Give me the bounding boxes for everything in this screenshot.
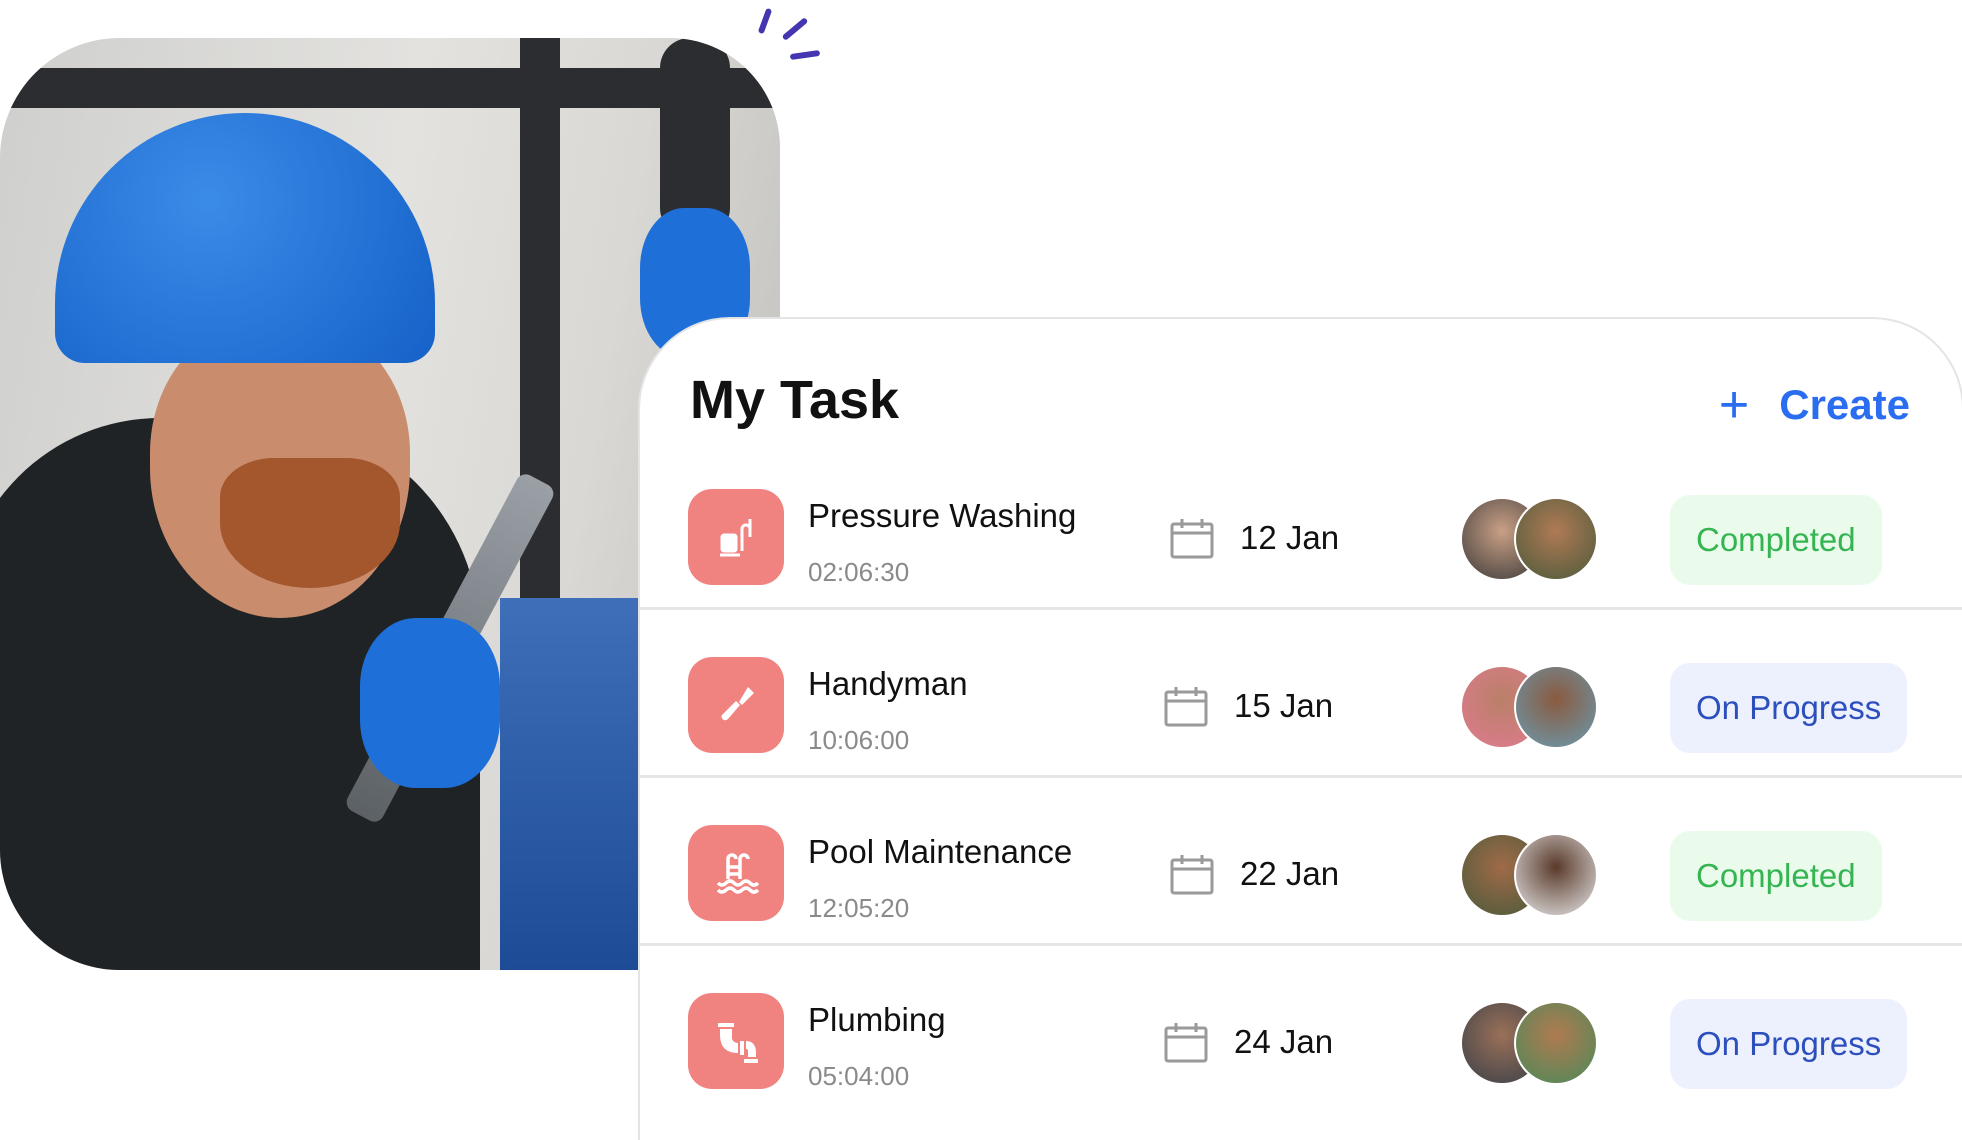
status-badge: On Progress xyxy=(1670,999,1908,1089)
calendar-icon xyxy=(1164,687,1208,727)
assignee-avatars xyxy=(1460,1001,1600,1085)
avatar xyxy=(1514,833,1598,917)
task-date: 15 Jan xyxy=(1234,687,1334,724)
avatar xyxy=(1514,497,1598,581)
pressure-washer-icon xyxy=(688,489,784,585)
task-name: Plumbing xyxy=(808,1001,946,1038)
card-title: My Task xyxy=(690,370,900,430)
calendar-icon xyxy=(1170,855,1214,895)
plus-icon: + xyxy=(1718,376,1750,434)
avatar xyxy=(1514,1001,1598,1085)
calendar-icon xyxy=(1170,519,1214,559)
task-name: Pool Maintenance xyxy=(808,833,1073,870)
task-time: 02:06:30 xyxy=(808,557,910,587)
assignee-avatars xyxy=(1460,497,1600,581)
create-button[interactable]: + Create xyxy=(1719,379,1910,431)
status-badge: Completed xyxy=(1670,831,1882,921)
pool-ladder-icon xyxy=(688,825,784,921)
task-time: 12:05:20 xyxy=(808,893,910,923)
my-task-card: My Task + Create Pressure Washing 02:06:… xyxy=(638,317,1962,1140)
status-badge: On Progress xyxy=(1670,663,1908,753)
task-date: 12 Jan xyxy=(1240,519,1340,556)
assignee-avatars xyxy=(1460,833,1600,917)
calendar-icon xyxy=(1164,1023,1208,1063)
avatar xyxy=(1514,665,1598,749)
task-row[interactable]: Pool Maintenance 12:05:20 22 Jan Complet… xyxy=(640,775,1962,946)
status-badge: Completed xyxy=(1670,495,1882,585)
assignee-avatars xyxy=(1460,665,1600,749)
task-row[interactable]: Pressure Washing 02:06:30 12 Jan Complet… xyxy=(640,439,1962,610)
pipe-icon xyxy=(688,993,784,1089)
task-date: 22 Jan xyxy=(1240,855,1340,892)
screwdriver-icon xyxy=(688,657,784,753)
create-label: Create xyxy=(1779,381,1910,428)
task-name: Pressure Washing xyxy=(808,497,1077,534)
task-row[interactable]: Handyman 10:06:00 15 Jan On Progress xyxy=(640,607,1962,778)
task-date: 24 Jan xyxy=(1234,1023,1334,1060)
task-name: Handyman xyxy=(808,665,968,702)
task-time: 10:06:00 xyxy=(808,725,910,755)
task-row[interactable]: Plumbing 05:04:00 24 Jan On Progress xyxy=(640,943,1962,1111)
task-time: 05:04:00 xyxy=(808,1061,910,1091)
